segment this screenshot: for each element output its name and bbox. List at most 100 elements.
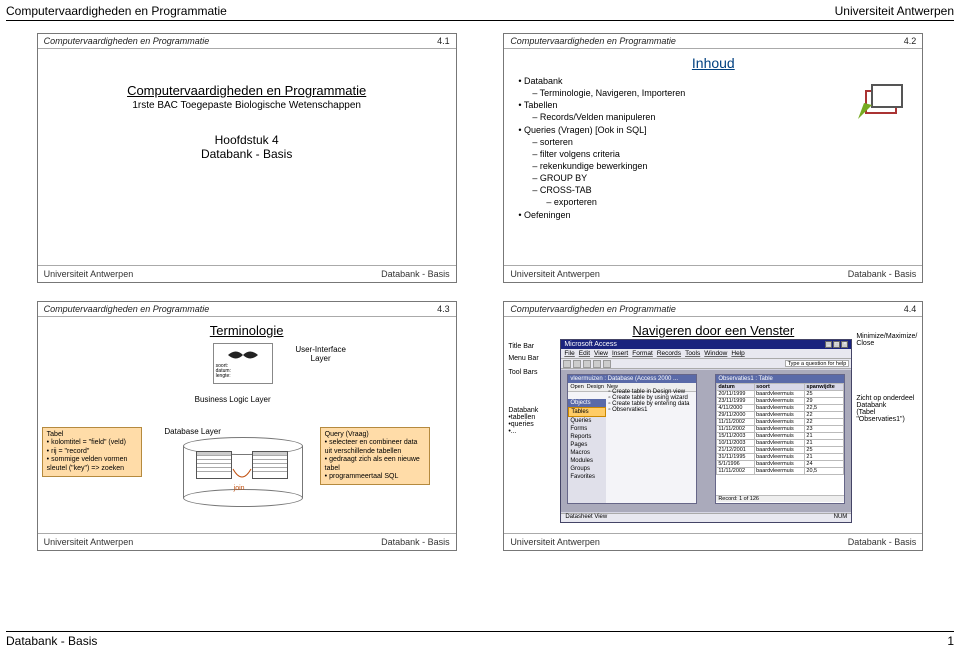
table-cell[interactable]: 31/11/1995: [717, 454, 755, 461]
table-cell[interactable]: 5/1/1996: [717, 461, 755, 468]
table-cell[interactable]: 24: [805, 461, 844, 468]
database-window-title[interactable]: vleermuizen : Database (Access 2000 ...: [568, 375, 696, 383]
table-row[interactable]: 29/11/2000baardvleermuis22: [717, 412, 844, 419]
table-cell[interactable]: baardvleermuis: [755, 405, 805, 412]
menu-item[interactable]: File: [564, 350, 574, 357]
db-toolbar-button[interactable]: Design: [587, 384, 604, 390]
minimize-icon[interactable]: _: [825, 341, 832, 348]
table-cell[interactable]: 21: [805, 433, 844, 440]
object-category[interactable]: Forms: [568, 425, 606, 433]
toolbar-button[interactable]: [573, 360, 581, 368]
db-main-item[interactable]: ▫ Observaties1: [608, 407, 694, 413]
table-cell[interactable]: 11/11/2002: [717, 419, 755, 426]
menu-item[interactable]: Records: [657, 350, 681, 357]
menu-item[interactable]: Edit: [579, 350, 590, 357]
table-cell[interactable]: 22: [805, 412, 844, 419]
object-category[interactable]: Reports: [568, 433, 606, 441]
table-row[interactable]: 15/11/2003baardvleermuis21: [717, 433, 844, 440]
table-cell[interactable]: baardvleermuis: [755, 447, 805, 454]
menu-item[interactable]: View: [594, 350, 608, 357]
table-row[interactable]: 10/11/2003baardvleermuis21: [717, 440, 844, 447]
footer-left: Databank - Basis: [6, 634, 97, 648]
database-window[interactable]: vleermuizen : Database (Access 2000 ... …: [567, 374, 697, 504]
toolbar-button[interactable]: [603, 360, 611, 368]
table-cell[interactable]: baardvleermuis: [755, 454, 805, 461]
table-cell[interactable]: 23: [805, 426, 844, 433]
table-cell[interactable]: 21: [805, 454, 844, 461]
table-cell[interactable]: 20,5: [805, 468, 844, 475]
table-cell[interactable]: 29: [805, 398, 844, 405]
menu-item[interactable]: Help: [731, 350, 744, 357]
table-row[interactable]: 20/11/1999baardvleermuis25: [717, 391, 844, 398]
object-category[interactable]: Queries: [568, 417, 606, 425]
table-cell[interactable]: 23/11/1999: [717, 398, 755, 405]
table-cell[interactable]: 15/11/2003: [717, 433, 755, 440]
table-cell[interactable]: 11/11/2002: [717, 468, 755, 475]
table-cell[interactable]: 22: [805, 419, 844, 426]
toolbar-button[interactable]: [593, 360, 601, 368]
table-cell[interactable]: baardvleermuis: [755, 398, 805, 405]
table-row[interactable]: 31/11/1995baardvleermuis21: [717, 454, 844, 461]
help-search-input[interactable]: Type a question for help: [785, 360, 850, 367]
access-toolbar[interactable]: Type a question for help: [561, 359, 851, 369]
table-cell[interactable]: baardvleermuis: [755, 412, 805, 419]
table-cell[interactable]: 22,5: [805, 405, 844, 412]
header-left: Computervaardigheden en Programmatie: [6, 4, 227, 18]
table-cell[interactable]: 21: [805, 440, 844, 447]
table-cell[interactable]: 29/11/2000: [717, 412, 755, 419]
window-controls[interactable]: _□×: [825, 341, 848, 348]
table-row[interactable]: 21/12/2001baardvleermuis25: [717, 447, 844, 454]
table-cell[interactable]: 4/11/2000: [717, 405, 755, 412]
table-cell[interactable]: baardvleermuis: [755, 461, 805, 468]
table-cell[interactable]: baardvleermuis: [755, 426, 805, 433]
table-row[interactable]: 4/11/2000baardvleermuis22,5: [717, 405, 844, 412]
table-row[interactable]: 11/11/2002baardvleermuis22: [717, 419, 844, 426]
page: Computervaardigheden en Programmatie Uni…: [0, 0, 960, 652]
table-cell[interactable]: 25: [805, 391, 844, 398]
table-row[interactable]: 11/11/2002baardvleermuis20,5: [717, 468, 844, 475]
db-toolbar-button[interactable]: Open: [570, 384, 583, 390]
table-row[interactable]: 23/11/1999baardvleermuis29: [717, 398, 844, 405]
table-cell[interactable]: 25: [805, 447, 844, 454]
menu-item[interactable]: Insert: [612, 350, 628, 357]
database-main-list[interactable]: ▫ Create table in Design view▫ Create ta…: [606, 387, 696, 503]
menu-item[interactable]: Window: [704, 350, 727, 357]
label-titlebar: Title Bar: [508, 343, 534, 350]
table-cell[interactable]: baardvleermuis: [755, 433, 805, 440]
table-cell[interactable]: baardvleermuis: [755, 391, 805, 398]
menu-item[interactable]: Format: [632, 350, 653, 357]
table-cell[interactable]: 10/11/2003: [717, 440, 755, 447]
object-category[interactable]: Modules: [568, 457, 606, 465]
record-navigator[interactable]: Record: 1 of 126: [716, 495, 844, 502]
database-objects-list[interactable]: ObjectsTablesQueriesFormsReportsPagesMac…: [568, 399, 606, 503]
object-category[interactable]: Macros: [568, 449, 606, 457]
toolbar-button[interactable]: [563, 360, 571, 368]
object-category[interactable]: Favorites: [568, 473, 606, 481]
table-header[interactable]: spanwijdte: [805, 384, 844, 391]
table-window-title[interactable]: Observaties1 : Table: [716, 375, 844, 383]
table-header[interactable]: datum: [717, 384, 755, 391]
object-category[interactable]: Tables: [568, 407, 606, 417]
access-menubar[interactable]: File Edit View Insert Format Records Tools Wind…: [561, 349, 851, 359]
table-cell[interactable]: 21/12/2001: [717, 447, 755, 454]
table-row[interactable]: 11/11/2002baardvleermuis23: [717, 426, 844, 433]
slide-1-head: Computervaardigheden en Programmatie 4.1: [38, 34, 456, 49]
table-cell[interactable]: baardvleermuis: [755, 468, 805, 475]
toolbar-button[interactable]: [583, 360, 591, 368]
menu-item[interactable]: Tools: [685, 350, 700, 357]
table-cell[interactable]: 20/11/1999: [717, 391, 755, 398]
access-titlebar[interactable]: Microsoft Access _□×: [561, 340, 851, 349]
object-category[interactable]: Pages: [568, 441, 606, 449]
table-row[interactable]: 5/1/1996baardvleermuis24: [717, 461, 844, 468]
table-cell[interactable]: baardvleermuis: [755, 419, 805, 426]
table-window[interactable]: Observaties1 : Table datumsoortspanwijdt…: [715, 374, 845, 504]
observations-table[interactable]: datumsoortspanwijdte20/11/1999baardvleer…: [716, 383, 844, 475]
note-line: Tabel: [47, 431, 137, 439]
table-cell[interactable]: 11/11/2002: [717, 426, 755, 433]
close-icon[interactable]: ×: [841, 341, 848, 348]
table-cell[interactable]: baardvleermuis: [755, 440, 805, 447]
table-header[interactable]: soort: [755, 384, 805, 391]
db-panel-item: •...: [508, 428, 538, 435]
object-category[interactable]: Groups: [568, 465, 606, 473]
maximize-icon[interactable]: □: [833, 341, 840, 348]
